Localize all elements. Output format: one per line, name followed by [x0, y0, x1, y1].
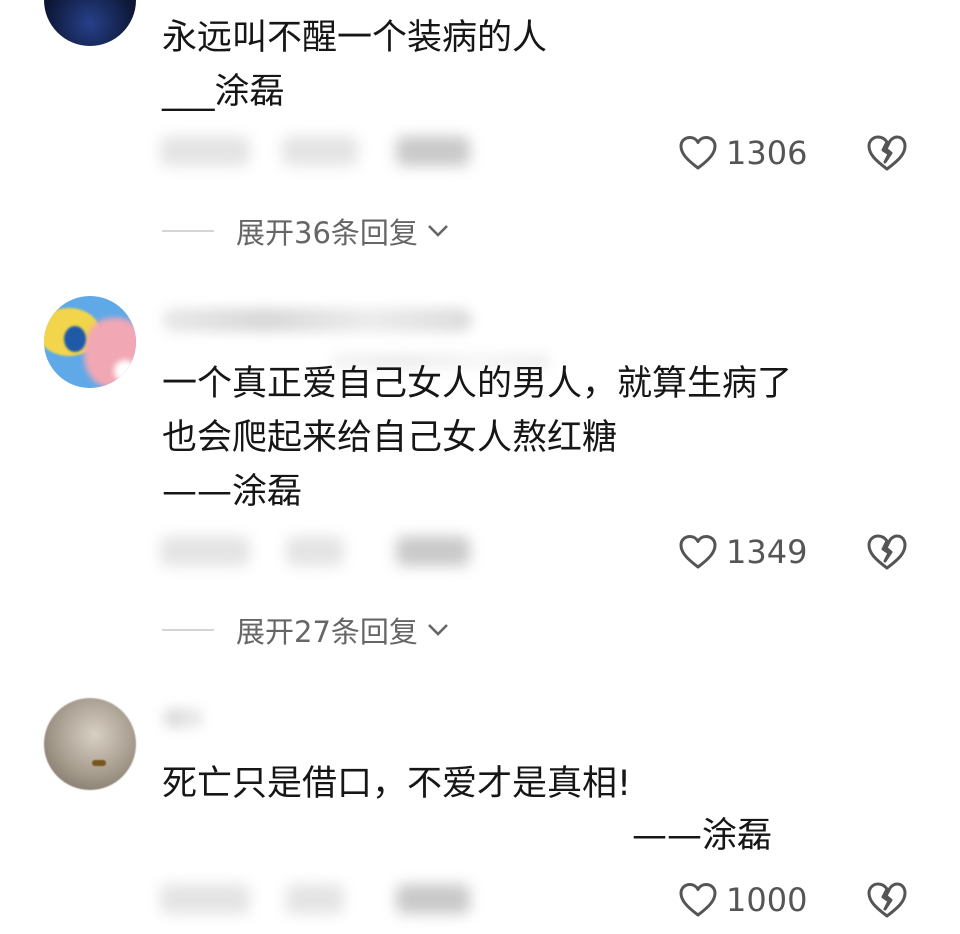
comment-location-blurred	[286, 536, 344, 566]
comment-text-line: 一个真正爱自己女人的男人，就算生病了	[162, 364, 793, 404]
avatar[interactable]	[44, 698, 136, 790]
like-count: 1349	[726, 533, 808, 571]
expand-replies-button[interactable]: 展开27条回复	[162, 610, 450, 650]
reply-button-blurred[interactable]	[396, 884, 470, 914]
expand-replies-label: 展开27条回复	[236, 615, 418, 649]
like-count: 1306	[726, 134, 808, 172]
comment-date-blurred	[160, 536, 250, 566]
like-button[interactable]: 1000	[678, 880, 807, 920]
like-button[interactable]: 1306	[678, 133, 807, 173]
avatar-detail	[114, 360, 136, 382]
avatar-detail	[92, 760, 106, 766]
comment-signature: ——涂磊	[632, 816, 773, 856]
comment-signature: ___涂磊	[162, 72, 285, 112]
chevron-down-icon	[427, 624, 448, 636]
comment-date-blurred	[160, 136, 250, 166]
like-count: 1000	[726, 881, 808, 919]
divider	[162, 629, 214, 631]
comment-signature: ——涂磊	[162, 472, 303, 512]
broken-heart-icon[interactable]	[866, 134, 908, 172]
heart-outline-icon	[679, 535, 717, 569]
comment-location-blurred	[286, 884, 344, 914]
divider	[162, 230, 214, 232]
like-button[interactable]: 1349	[678, 532, 807, 572]
heart-outline-icon	[679, 136, 717, 170]
avatar[interactable]	[44, 296, 136, 388]
reply-button-blurred[interactable]	[396, 136, 470, 166]
comment-date-blurred	[160, 884, 250, 914]
comment-text-line: 也会爬起来给自己女人熬红糖	[162, 418, 618, 458]
heart-outline-icon	[679, 883, 717, 917]
username-blurred[interactable]	[162, 708, 202, 728]
broken-heart-icon[interactable]	[866, 533, 908, 571]
reply-button-blurred[interactable]	[396, 536, 470, 566]
expand-replies-label: 展开36条回复	[236, 216, 418, 250]
comment-text-line: 死亡只是借口，不爱才是真相!	[162, 764, 632, 804]
avatar[interactable]	[44, 0, 136, 46]
avatar-detail	[64, 326, 86, 352]
username-blurred[interactable]	[162, 308, 472, 332]
expand-replies-button[interactable]: 展开36条回复	[162, 211, 450, 251]
comment-location-blurred	[282, 136, 358, 166]
chevron-down-icon	[427, 225, 448, 237]
broken-heart-icon[interactable]	[866, 881, 908, 919]
comment-text-line: 永远叫不醒一个装病的人	[162, 18, 548, 58]
